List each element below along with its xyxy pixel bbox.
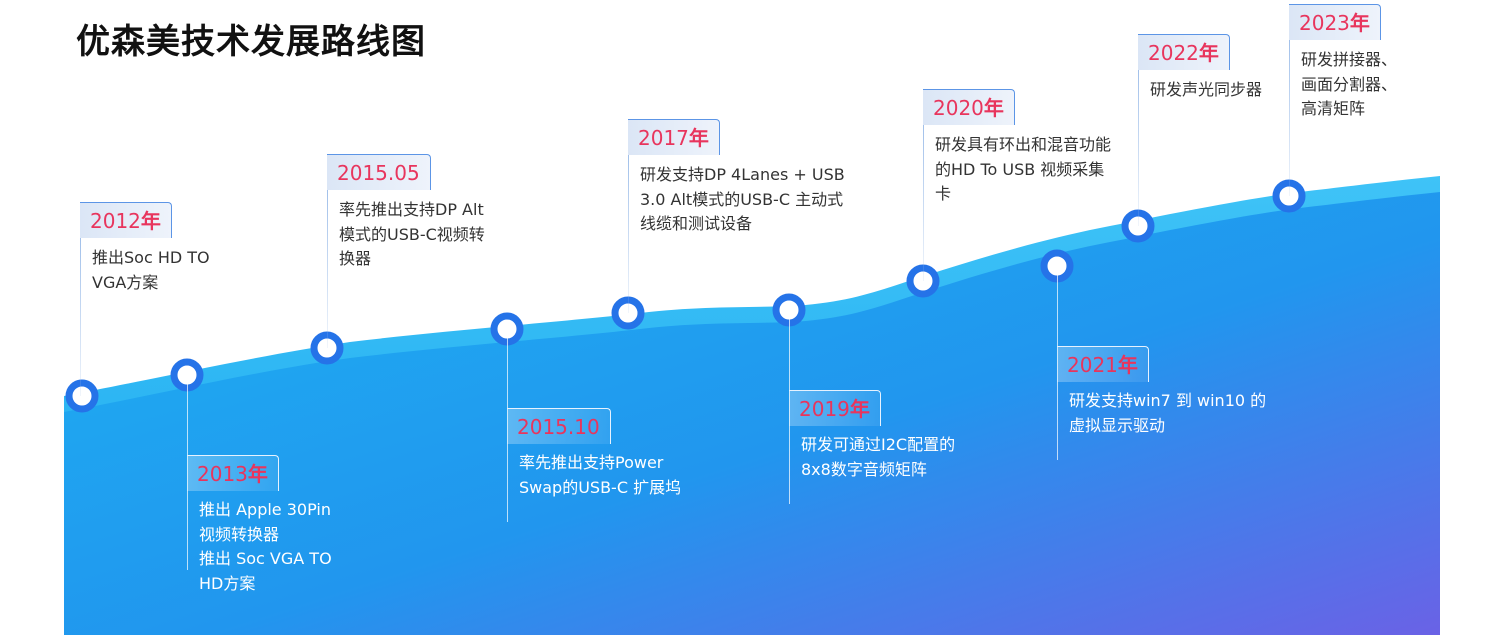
milestone-description: 研发拼接器、 画面分割器、 高清矩阵 — [1301, 48, 1397, 122]
year-label: 2019 — [799, 396, 850, 421]
milestone-description: 推出Soc HD TO VGA方案 — [92, 246, 210, 295]
description-line: 研发具有环出和混音功能 — [935, 135, 1112, 154]
page-title: 优森美技术发展路线图 — [76, 22, 426, 62]
milestone-description: 研发可通过I2C配置的 8x8数字音频矩阵 — [801, 433, 955, 482]
milestone-description: 研发支持win7 到 win10 的虚拟显示驱动 — [1069, 389, 1266, 438]
year-tag: 2017 年 — [628, 119, 720, 155]
year-suffix: 年 — [983, 95, 1004, 120]
description-line: 率先推出支持DP Alt — [339, 200, 484, 219]
year-suffix: 年 — [247, 461, 268, 486]
timeline-node-2012 — [65, 379, 99, 413]
description-line: 推出Soc HD TO — [92, 248, 210, 267]
description-line: Swap的USB-C 扩展坞 — [519, 477, 682, 497]
description-line: 8x8数字音频矩阵 — [801, 459, 927, 479]
description-line: 画面分割器、 — [1301, 74, 1398, 94]
milestone-description: 推出 Apple 30Pin 视频转换器推出 Soc VGA TO HD方案 — [199, 498, 332, 596]
description-line: 研发拼接器、 — [1301, 50, 1398, 69]
year-label: 2015.10 — [517, 414, 600, 439]
year-tag: 2022 年 — [1138, 34, 1230, 70]
description-line: 率先推出支持Power — [519, 453, 664, 472]
year-label: 2021 — [1067, 352, 1118, 377]
year-label: 2022 — [1148, 40, 1199, 65]
milestone-description: 率先推出支持DP Alt 模式的USB-C视频转 换器 — [339, 198, 485, 272]
year-suffix: 年 — [1117, 352, 1138, 377]
year-suffix: 年 — [849, 396, 870, 421]
description-line: 推出 Apple 30Pin — [199, 500, 331, 519]
description-line: 模式的USB-C视频转 — [339, 224, 485, 244]
description-line: HD方案 — [199, 573, 256, 593]
year-suffix: 年 — [1198, 40, 1219, 65]
year-tag: 2012 年 — [80, 202, 172, 238]
year-tag: 2023 年 — [1289, 4, 1381, 40]
description-line: 线缆和测试设备 — [640, 214, 753, 233]
description-line: VGA方案 — [92, 272, 159, 292]
description-line: 推出 Soc VGA TO — [199, 549, 332, 568]
year-label: 2013 — [197, 461, 248, 486]
year-suffix: 年 — [140, 208, 161, 233]
milestone-description: 研发声光同步器 — [1150, 78, 1262, 103]
description-line: 虚拟显示驱动 — [1069, 415, 1166, 435]
description-line: 卡 — [935, 184, 952, 203]
description-line: 研发可通过I2C配置的 — [801, 435, 956, 454]
year-label: 2015.05 — [337, 160, 420, 185]
year-label: 2023 — [1299, 10, 1350, 35]
year-label: 2017 — [638, 125, 689, 150]
year-suffix: 年 — [1349, 10, 1370, 35]
year-label: 2020 — [933, 95, 984, 120]
description-line: 视频转换器 — [199, 524, 280, 544]
year-tag: 2020 年 — [923, 89, 1015, 125]
year-tag: 2019 年 — [789, 390, 881, 426]
milestone-description: 率先推出支持Power Swap的USB-C 扩展坞 — [519, 451, 681, 500]
description-line: 高清矩阵 — [1301, 99, 1366, 118]
description-line: 研发支持DP 4Lanes + USB — [640, 165, 845, 184]
description-line: 3.0 Alt模式的USB-C 主动式 — [640, 189, 844, 209]
year-tag: 2013 年 — [187, 455, 279, 491]
description-line: 换器 — [339, 249, 372, 268]
year-tag: 2015.05 — [327, 154, 431, 190]
milestone-description: 研发支持DP 4Lanes + USB 3.0 Alt模式的USB-C 主动式 线缆… — [640, 163, 845, 237]
year-tag: 2021 年 — [1057, 346, 1149, 382]
description-line: 的HD To USB 视频采集 — [935, 159, 1105, 179]
milestone-description: 研发具有环出和混音功能 的HD To USB 视频采集卡 — [935, 133, 1111, 207]
year-tag: 2015.10 — [507, 408, 611, 444]
year-label: 2012 — [90, 208, 141, 233]
year-suffix: 年 — [688, 125, 709, 150]
description-line: 研发声光同步器 — [1150, 80, 1263, 99]
description-line: 研发支持win7 到 win10 的 — [1069, 391, 1267, 410]
